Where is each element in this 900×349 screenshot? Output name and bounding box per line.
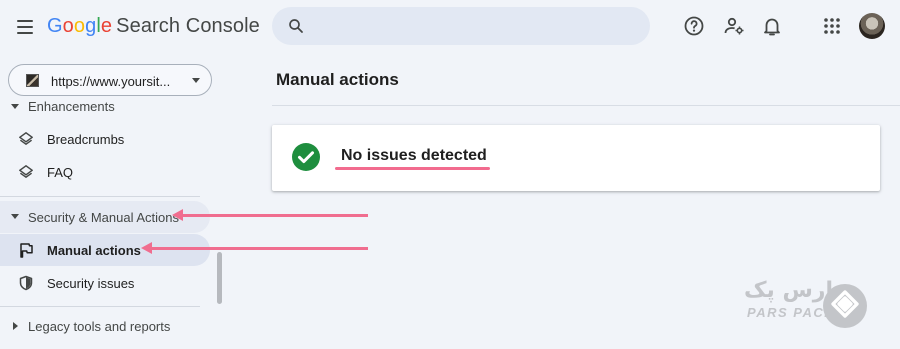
layers-icon [19,165,33,178]
section-enhancements[interactable]: Enhancements [0,96,210,123]
sidebar-scrollbar[interactable] [217,252,222,304]
caret-down-icon [11,214,19,219]
menu-icon[interactable] [12,14,38,40]
section-label: Security & Manual Actions [28,210,180,225]
section-label: Enhancements [28,99,115,114]
avatar[interactable] [859,13,885,39]
section-legacy-tools[interactable]: Legacy tools and reports [0,311,210,343]
search-icon [289,19,303,33]
annotation-underline [335,167,490,170]
header-divider [272,105,900,106]
shield-icon [19,275,33,291]
check-circle-icon [292,143,320,171]
top-app-bar: Google Search Console [0,0,900,56]
caret-down-icon [11,104,19,109]
sidebar-item-label: Manual actions [47,243,141,258]
sidebar-item-faq[interactable]: FAQ [0,156,210,188]
annotation-arrow [141,242,368,254]
parspack-logo-icon [823,284,867,328]
status-message: No issues detected [341,147,487,164]
app-logo[interactable]: Google Search Console [47,15,260,38]
help-icon[interactable] [682,14,706,38]
property-favicon [26,74,39,87]
property-url: https://www.yoursit... [51,74,171,89]
sidebar-item-security-issues[interactable]: Security issues [0,267,210,299]
property-selector[interactable]: https://www.yoursit... [8,64,212,96]
sidebar-item-label: Breadcrumbs [47,132,125,147]
layers-icon [19,132,33,145]
sidebar-item-breadcrumbs[interactable]: Breadcrumbs [0,123,210,155]
chevron-down-icon [192,78,200,83]
section-label: Legacy tools and reports [28,319,171,334]
flag-icon [20,243,33,258]
sidebar-divider [0,196,200,197]
search-input[interactable] [272,7,650,45]
sidebar-item-label: FAQ [47,165,74,180]
sidebar-item-label: Security issues [47,276,135,291]
caret-right-icon [13,322,18,330]
sidebar-item-manual-actions[interactable]: Manual actions [0,234,210,266]
apps-icon[interactable] [820,14,844,38]
sidebar: Enhancements Breadcrumbs FAQ Security & … [0,96,212,349]
manage-users-icon[interactable] [722,14,746,38]
google-wordmark: Google [47,15,113,37]
annotation-arrow [172,209,368,221]
product-name: Search Console [116,15,260,37]
page-title: Manual actions [276,70,399,89]
sidebar-divider [0,306,200,307]
notifications-icon[interactable] [760,14,784,38]
status-card: No issues detected [272,125,880,191]
